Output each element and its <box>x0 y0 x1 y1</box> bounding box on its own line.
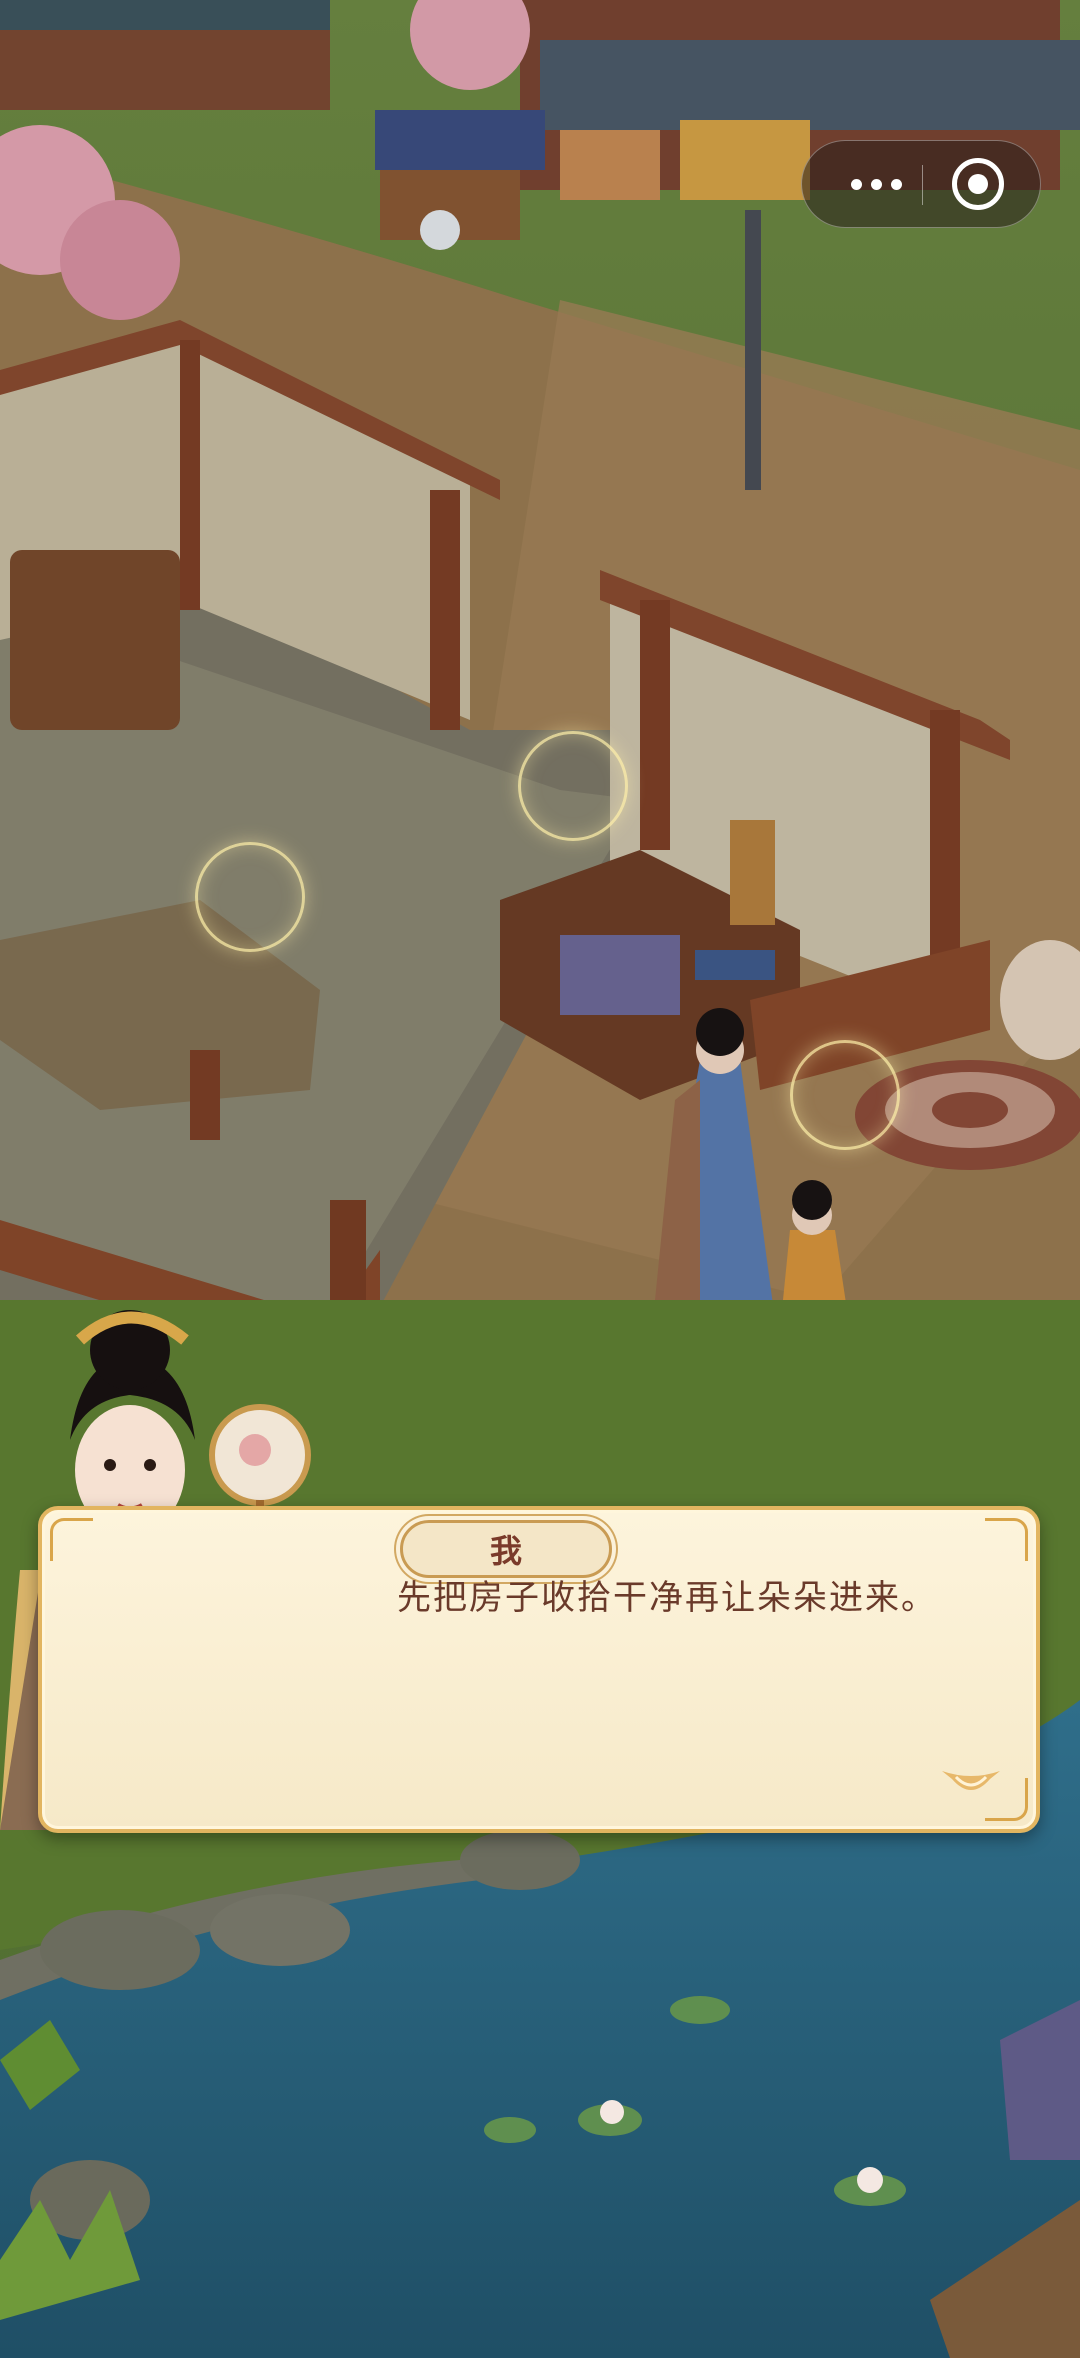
dialog-corner <box>50 1518 93 1561</box>
hint-circle-center[interactable] <box>518 731 628 841</box>
next-arrow-icon[interactable] <box>940 1765 1002 1801</box>
target-close-icon[interactable] <box>952 158 1004 210</box>
dialog-corner <box>985 1518 1028 1561</box>
game-scene[interactable] <box>0 0 1080 2358</box>
more-dots-icon[interactable] <box>830 141 922 227</box>
capsule-divider <box>922 165 923 205</box>
scene-art <box>0 0 1080 2358</box>
hint-circle-right[interactable] <box>790 1040 900 1150</box>
speaker-name: 我 <box>489 1532 522 1570</box>
miniprogram-capsule <box>801 140 1041 228</box>
dialog-box[interactable]: 我 先把房子收拾干净再让朵朵进来。 <box>38 1506 1040 1833</box>
hint-circle-left[interactable] <box>195 842 305 952</box>
dialog-text: 先把房子收拾干净再让朵朵进来。 <box>397 1578 937 1618</box>
